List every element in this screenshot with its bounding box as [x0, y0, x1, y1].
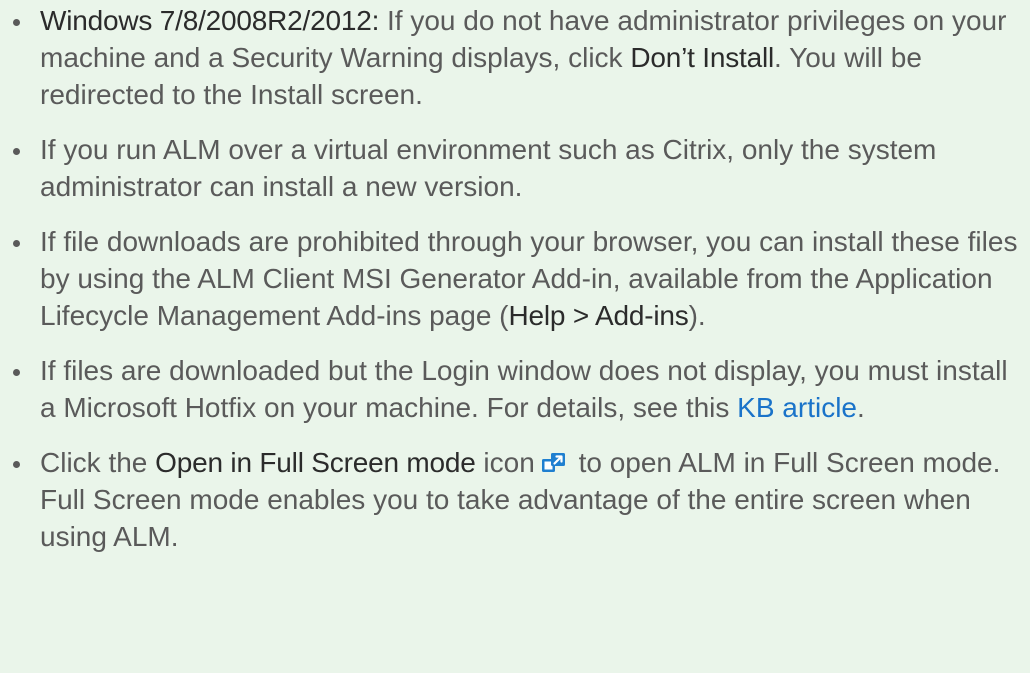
bullet-list: Windows 7/8/2008R2/2012: If you do not h…	[0, 2, 1030, 573]
dont-install-label: Don’t Install	[630, 42, 775, 73]
item-text: .	[857, 392, 865, 423]
item-text: ).	[688, 300, 706, 331]
list-item-virtual-environment: If you run ALM over a virtual environmen…	[0, 131, 1030, 205]
open-full-screen-icon	[541, 447, 567, 472]
bullet-dot	[13, 461, 20, 468]
bullet-dot	[13, 19, 20, 26]
help-addins-path: Help > Add-ins	[508, 300, 689, 331]
bullet-dot	[13, 148, 20, 155]
item-text: icon	[475, 447, 535, 478]
bullet-dot	[13, 369, 20, 376]
list-item-file-downloads: If file downloads are prohibited through…	[0, 223, 1030, 334]
item-text: If you run ALM over a virtual environmen…	[40, 134, 937, 202]
item-text: Click the	[40, 447, 156, 478]
list-item-hotfix: If files are downloaded but the Login wi…	[0, 352, 1030, 426]
kb-article-link[interactable]: KB article	[737, 392, 857, 423]
open-full-screen-label: Open in Full Screen mode	[155, 447, 476, 478]
bullet-dot	[13, 240, 20, 247]
os-versions-label: Windows 7/8/2008R2/2012:	[40, 5, 380, 36]
list-item-full-screen: Click the Open in Full Screen mode icon …	[0, 444, 1030, 555]
list-item-windows-install: Windows 7/8/2008R2/2012: If you do not h…	[0, 2, 1030, 113]
